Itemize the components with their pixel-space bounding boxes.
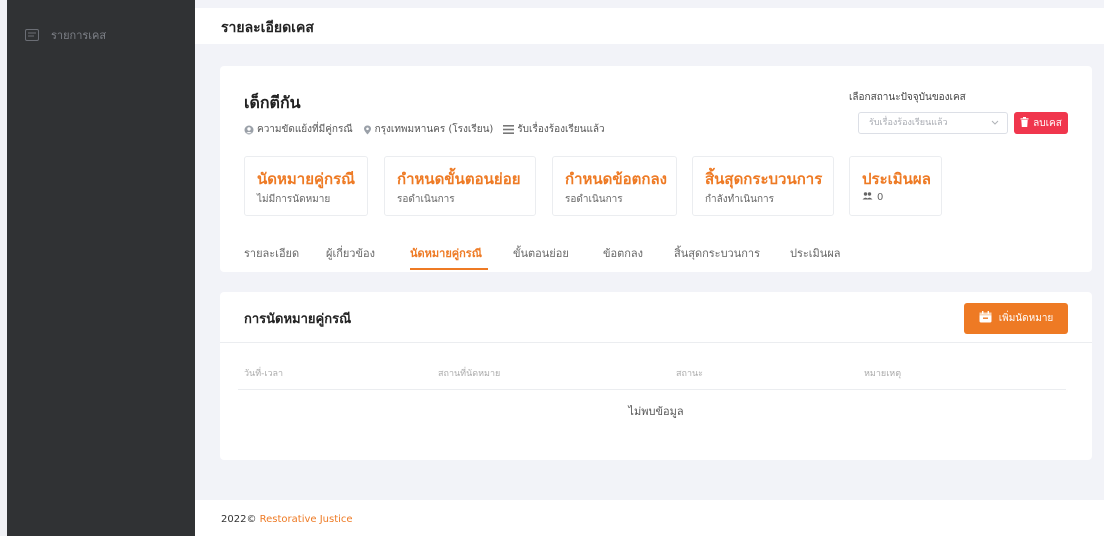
location-pin-icon (363, 125, 372, 135)
stage-title: กำหนดขั้นตอนย่อย (397, 170, 521, 188)
divider (220, 342, 1092, 343)
page-title: รายละเอียดเคส (221, 20, 314, 36)
active-tab-indicator (410, 268, 488, 270)
appointments-card: การนัดหมายคู่กรณี เพิ่มนัดหมาย วันที่-เว… (220, 292, 1092, 460)
stage-card-evaluation[interactable]: ประเมินผล 0 (849, 156, 942, 216)
footer-text: 2022© Restorative Justice (221, 514, 353, 525)
stage-subtitle: รอดำเนินการ (397, 194, 455, 205)
case-status-value: รับเรื่องร้องเรียนแล้ว (869, 118, 948, 128)
meta-conflict: ความขัดแย้งที่มีคู่กรณี (244, 122, 353, 137)
trash-icon (1020, 116, 1029, 130)
stage-subtitle: กำลังทำเนินการ (705, 194, 775, 205)
appointments-title: การนัดหมายคู่กรณี (244, 312, 352, 327)
sidebar-item-cases[interactable]: รายการเคส (25, 26, 106, 44)
list-icon (25, 29, 39, 41)
stage-title: นัดหมายคู่กรณี (257, 170, 356, 188)
tab-appointments[interactable]: นัดหมายคู่กรณี (410, 244, 482, 262)
stage-subtitle: รอดำเนินการ (565, 194, 623, 205)
chevron-down-icon (991, 113, 999, 141)
add-appointment-label: เพิ่มนัดหมาย (998, 313, 1054, 324)
tab-evaluation[interactable]: ประเมินผล (790, 244, 841, 262)
sidebar: รายการเคส (7, 0, 195, 536)
stage-subtitle: 0 (862, 192, 883, 203)
sidebar-item-label: รายการเคส (51, 29, 107, 42)
stage-subtitle: ไม่มีการนัดหมาย (257, 194, 331, 205)
stage-title: สิ้นสุดกระบวนการ (705, 170, 823, 188)
stage-card-sub-steps[interactable]: กำหนดขั้นตอนย่อย รอดำเนินการ (384, 156, 536, 216)
case-meta: ความขัดแย้งที่มีคู่กรณี กรุงเทพมหานคร (โ… (244, 122, 615, 137)
table-header-divider (238, 389, 1066, 390)
evaluation-count: 0 (877, 192, 884, 203)
meta-conflict-text: ความขัดแย้งที่มีคู่กรณี (257, 124, 353, 135)
meta-status-text: รับเรื่องร้องเรียนแล้ว (517, 124, 605, 135)
meta-location-text: กรุงเทพมหานคร (โรงเรียน) (374, 124, 494, 135)
delete-case-button[interactable]: ลบเคส (1014, 112, 1068, 134)
footer-brand-link[interactable]: Restorative Justice (260, 514, 353, 525)
top-bar: รายละเอียดเคส (195, 8, 1104, 44)
column-header-status: สถานะ (676, 369, 703, 379)
stage-card-appointment[interactable]: นัดหมายคู่กรณี ไม่มีการนัดหมาย (244, 156, 368, 216)
column-header-datetime: วันที่-เวลา (244, 369, 284, 379)
case-summary-card: เด็กตีกัน ความขัดแย้งที่มีคู่กรณี กรุงเท… (220, 66, 1092, 272)
tab-details[interactable]: รายละเอียด (244, 244, 299, 262)
add-appointment-button[interactable]: เพิ่มนัดหมาย (964, 303, 1068, 334)
delete-case-label: ลบเคส (1033, 117, 1062, 129)
empty-state-text: ไม่พบข้อมูล (628, 405, 684, 418)
tab-agreement[interactable]: ข้อตกลง (603, 244, 643, 262)
users-icon (862, 192, 873, 203)
footer-year: 2022© (221, 514, 257, 525)
stage-title: ประเมินผล (862, 170, 931, 188)
meta-location: กรุงเทพมหานคร (โรงเรียน) (363, 122, 494, 137)
column-header-note: หมายเหตุ (864, 369, 902, 379)
stage-card-agreement[interactable]: กำหนดข้อตกลง รอดำเนินการ (552, 156, 677, 216)
window-edge (0, 0, 7, 536)
stage-card-end-process[interactable]: สิ้นสุดกระบวนการ กำลังทำเนินการ (692, 156, 834, 216)
case-status-select[interactable]: รับเรื่องร้องเรียนแล้ว (858, 112, 1008, 134)
meta-status: รับเรื่องร้องเรียนแล้ว (503, 122, 605, 137)
tab-sub-steps[interactable]: ขั้นตอนย่อย (513, 244, 569, 262)
column-header-location: สถานที่นัดหมาย (438, 369, 501, 379)
user-circle-icon (244, 125, 254, 135)
main-content: รายละเอียดเคส เด็กตีกัน ความขัดแย้งที่มี… (195, 0, 1104, 536)
tab-related-persons[interactable]: ผู้เกี่ยวข้อง (326, 244, 375, 262)
menu-lines-icon (503, 125, 515, 134)
footer: 2022© Restorative Justice (195, 500, 1104, 536)
tab-end-process[interactable]: สิ้นสุดกระบวนการ (674, 244, 760, 262)
stage-title: กำหนดข้อตกลง (565, 170, 667, 188)
case-name: เด็กตีกัน (244, 93, 301, 112)
calendar-icon (979, 311, 992, 326)
status-select-label: เลือกสถานะปัจจุบันของเคส (849, 92, 966, 103)
